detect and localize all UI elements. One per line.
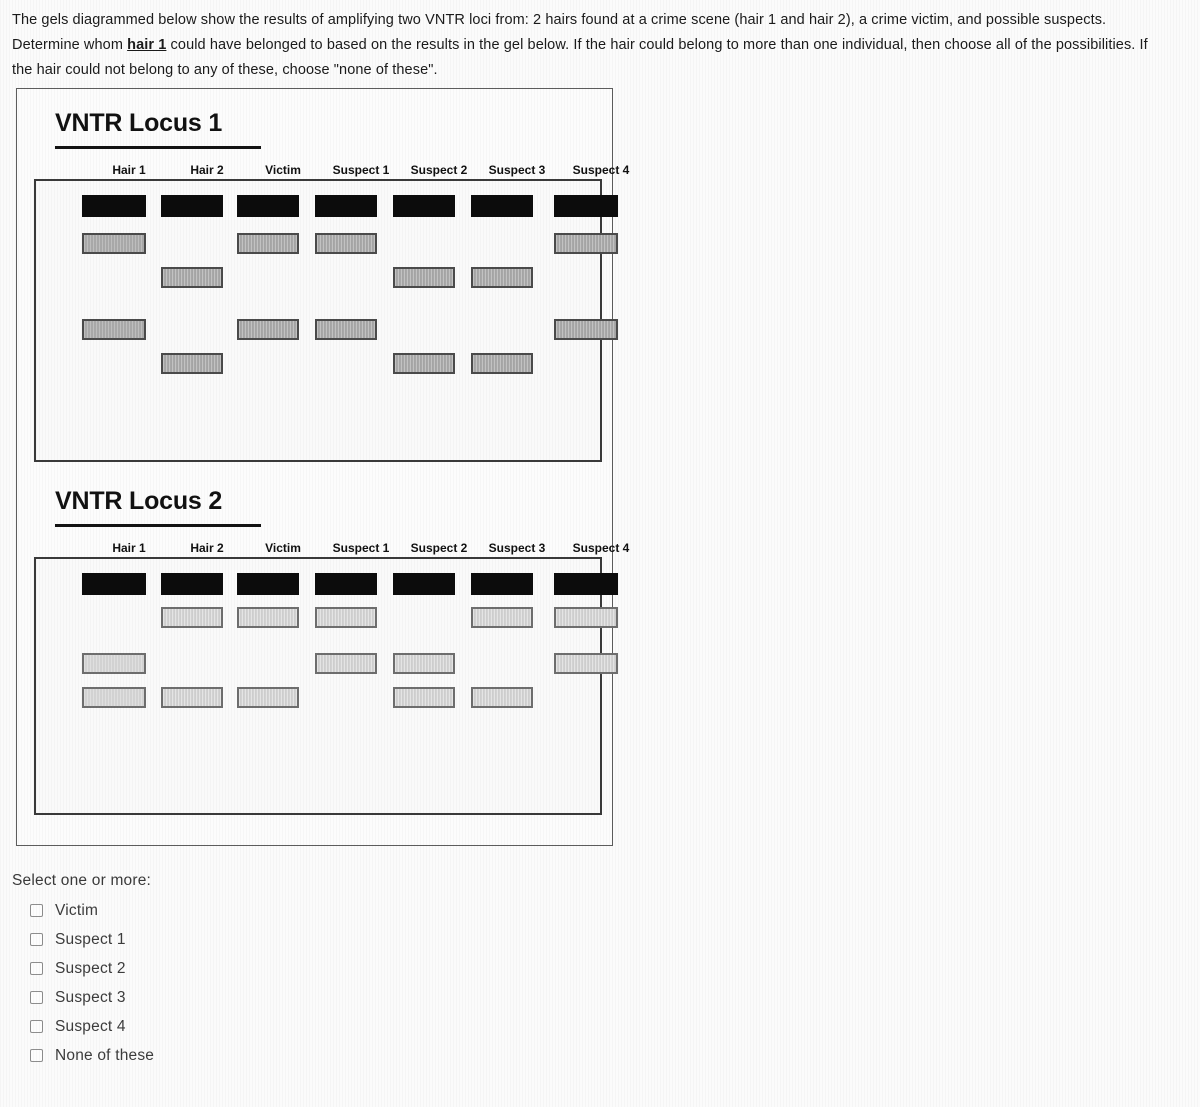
gel-band-locus1-row1-suspect-3 — [471, 195, 533, 217]
choice-row-suspect-1[interactable]: Suspect 1 — [12, 925, 472, 954]
gel-band-locus2-row2-suspect-4 — [554, 607, 618, 628]
gel-band-locus1-row4-suspect-4 — [554, 319, 618, 340]
choice-row-suspect-4[interactable]: Suspect 4 — [12, 1012, 472, 1041]
gel-band-locus2-row2-hair-2 — [161, 607, 223, 628]
choice-label-suspect-4: Suspect 4 — [55, 1017, 126, 1035]
gel-diagram-panel: VNTR Locus 1 Hair 1 Hair 2 Victim Suspect 1 S… — [16, 88, 629, 846]
gel-band-locus1-row2-victim — [237, 233, 299, 254]
choice-label-victim: Victim — [55, 901, 99, 919]
choice-label-suspect-1: Suspect 1 — [55, 930, 126, 948]
gel-band-locus2-row4-suspect-2 — [393, 687, 455, 708]
gel-band-locus2-row1-suspect-1 — [315, 573, 377, 595]
choice-row-none-of-these[interactable]: None of these — [12, 1041, 472, 1070]
gel-band-locus2-row3-suspect-1 — [315, 653, 377, 674]
locus-title-1: VNTR Locus 1 — [55, 109, 223, 137]
gel-band-locus1-row2-hair-1 — [82, 233, 146, 254]
lane-label-hair-2: Hair 2 — [190, 541, 224, 555]
choice-row-suspect-2[interactable]: Suspect 2 — [12, 954, 472, 983]
locus-title-underline-1 — [55, 146, 261, 149]
gel-box-2 — [34, 557, 618, 815]
gel-band-locus2-row3-hair-1 — [82, 653, 146, 674]
lane-label-hair-2: Hair 2 — [190, 163, 224, 177]
gel-band-locus2-row1-hair-1 — [82, 573, 146, 595]
gel-band-locus2-row2-suspect-1 — [315, 607, 377, 628]
choice-row-victim[interactable]: Victim — [12, 896, 472, 925]
lane-label-hair-1: Hair 1 — [112, 541, 146, 555]
gel-band-locus2-row4-hair-2 — [161, 687, 223, 708]
gel-band-locus2-row1-victim — [237, 573, 299, 595]
question-prompt: The gels diagrammed below show the resul… — [12, 8, 1170, 83]
locus-title-2: VNTR Locus 2 — [55, 487, 223, 515]
choice-label-suspect-2: Suspect 2 — [55, 959, 126, 977]
gel-band-locus1-row4-suspect-1 — [315, 319, 377, 340]
lane-label-suspect-1: Suspect 1 — [332, 163, 390, 177]
checkbox-suspect-2[interactable] — [30, 962, 43, 975]
gel-band-locus2-row4-suspect-3 — [471, 687, 533, 708]
gel-band-locus2-row3-suspect-2 — [393, 653, 455, 674]
answer-choices: Select one or more: Victim Suspect 1 Suspe… — [12, 872, 472, 1070]
gel-band-locus1-row5-suspect-2 — [393, 353, 455, 374]
answer-instruction: Select one or more: — [12, 872, 152, 889]
lane-label-suspect-2: Suspect 2 — [410, 541, 468, 555]
gel-band-locus1-row3-suspect-3 — [471, 267, 533, 288]
choice-row-suspect-3[interactable]: Suspect 3 — [12, 983, 472, 1012]
gel-band-locus2-row4-victim — [237, 687, 299, 708]
checkbox-none-of-these[interactable] — [30, 1049, 43, 1062]
gel-band-locus1-row5-hair-2 — [161, 353, 223, 374]
gel-band-locus1-row5-suspect-3 — [471, 353, 533, 374]
gel-band-locus1-row2-suspect-1 — [315, 233, 377, 254]
gel-band-locus2-row1-suspect-2 — [393, 573, 455, 595]
lane-label-victim: Victim — [265, 163, 301, 177]
gel-band-locus2-row1-suspect-3 — [471, 573, 533, 595]
choice-label-none-of-these: None of these — [55, 1046, 155, 1064]
prompt-text-part-2: could have belonged to based on the resu… — [12, 37, 1148, 78]
checkbox-victim[interactable] — [30, 904, 43, 917]
gel-band-locus2-row1-suspect-4 — [554, 573, 618, 595]
gel-band-locus1-row3-suspect-2 — [393, 267, 455, 288]
checkbox-suspect-3[interactable] — [30, 991, 43, 1004]
gel-band-locus1-row3-hair-2 — [161, 267, 223, 288]
gel-band-locus1-row1-suspect-1 — [315, 195, 377, 217]
lane-label-suspect-4: Suspect 4 — [572, 541, 630, 555]
lane-label-suspect-2: Suspect 2 — [410, 163, 468, 177]
choice-label-suspect-3: Suspect 3 — [55, 988, 126, 1006]
lane-label-victim: Victim — [265, 541, 301, 555]
checkbox-suspect-4[interactable] — [30, 1020, 43, 1033]
gel-band-locus2-row1-hair-2 — [161, 573, 223, 595]
gel-band-locus2-row2-victim — [237, 607, 299, 628]
lane-label-suspect-3: Suspect 3 — [488, 541, 546, 555]
lane-label-suspect-3: Suspect 3 — [488, 163, 546, 177]
gel-band-locus1-row2-suspect-4 — [554, 233, 618, 254]
choice-list: Victim Suspect 1 Suspect 2 Suspect 3 Suspect… — [12, 896, 472, 1070]
gel-band-locus2-row3-suspect-4 — [554, 653, 618, 674]
lane-label-suspect-1: Suspect 1 — [332, 541, 390, 555]
checkbox-suspect-1[interactable] — [30, 933, 43, 946]
lane-label-suspect-4: Suspect 4 — [572, 163, 630, 177]
gel-band-locus1-row1-suspect-4 — [554, 195, 618, 217]
gel-band-locus1-row1-victim — [237, 195, 299, 217]
gel-band-locus2-row2-suspect-3 — [471, 607, 533, 628]
prompt-emphasis-hair-1: hair 1 — [127, 37, 167, 53]
locus-title-underline-2 — [55, 524, 261, 527]
gel-box-1 — [34, 179, 618, 462]
gel-band-locus1-row4-victim — [237, 319, 299, 340]
gel-band-locus2-row4-hair-1 — [82, 687, 146, 708]
gel-band-locus1-row4-hair-1 — [82, 319, 146, 340]
gel-band-locus1-row1-hair-2 — [161, 195, 223, 217]
lane-label-hair-1: Hair 1 — [112, 163, 146, 177]
gel-band-locus1-row1-suspect-2 — [393, 195, 455, 217]
gel-band-locus1-row1-hair-1 — [82, 195, 146, 217]
